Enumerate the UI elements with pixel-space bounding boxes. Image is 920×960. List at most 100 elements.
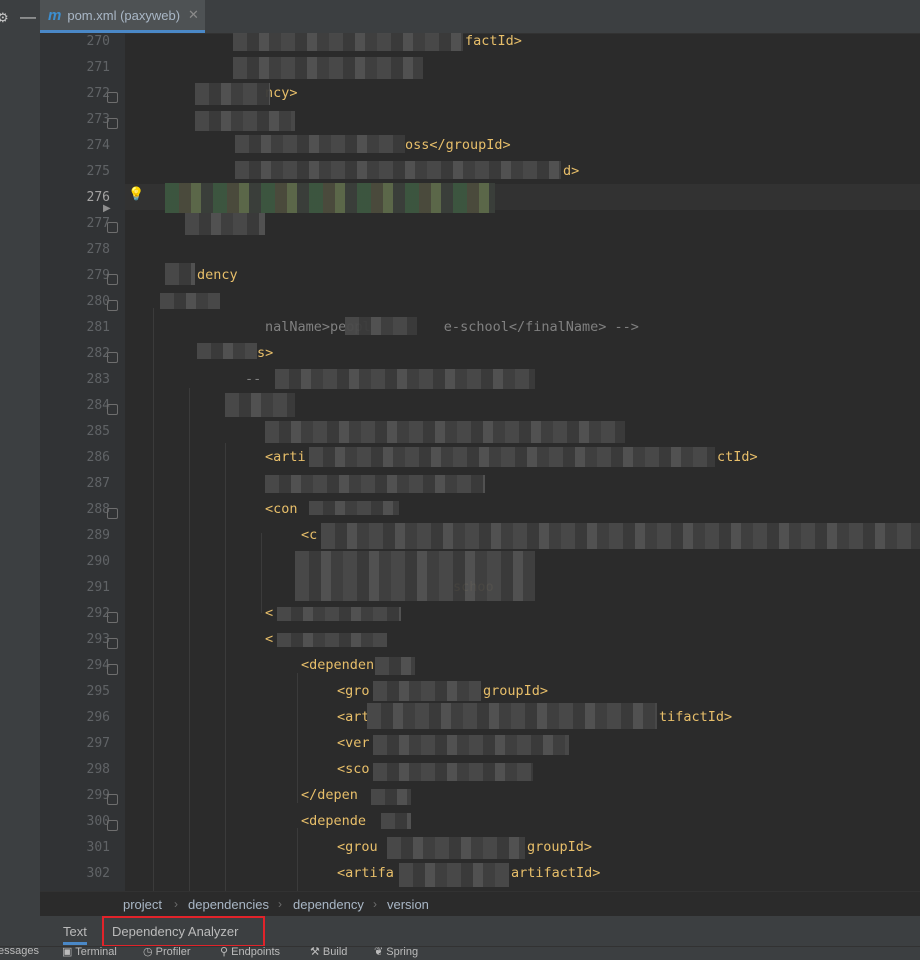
redacted-block	[275, 369, 535, 389]
left-tool-strip: ⚙ —	[0, 0, 41, 959]
run-arrow-icon[interactable]: ▶	[103, 203, 111, 214]
fold-marker-icon[interactable]	[107, 794, 118, 805]
line-gutter: 270 271 272 273 274 275 276 277 278 279 280 281 282 2…	[40, 33, 125, 891]
line-number: 289	[86, 528, 110, 543]
fold-marker-icon[interactable]	[107, 404, 118, 415]
close-icon[interactable]: ✕	[188, 7, 199, 23]
line-number: 279	[86, 268, 110, 283]
spring-label: Spring	[386, 946, 419, 958]
line-number: 293	[86, 632, 110, 647]
redacted-block	[160, 293, 220, 309]
fold-marker-icon[interactable]	[107, 300, 118, 311]
line-number: 282	[86, 346, 110, 361]
profiler-icon: ◷	[143, 946, 156, 958]
line-number: 273	[86, 112, 110, 127]
spring-icon: ❦	[374, 946, 387, 958]
messages-tool-button[interactable]: essages	[0, 947, 39, 957]
fold-marker-icon[interactable]	[107, 508, 118, 519]
redacted-block	[195, 111, 295, 131]
fold-marker-icon[interactable]	[107, 638, 118, 649]
redacted-block	[265, 421, 625, 443]
line-number: 298	[86, 762, 110, 777]
redacted-block	[265, 475, 485, 493]
fold-marker-icon[interactable]	[107, 274, 118, 285]
terminal-icon: ▣	[62, 946, 76, 958]
fold-marker-icon[interactable]	[107, 820, 118, 831]
redacted-block	[233, 57, 423, 79]
redacted-block	[373, 681, 481, 701]
endpoints-icon: ⚲	[220, 946, 232, 958]
code-line-270: factId>	[465, 33, 522, 49]
chevron-right-icon: ›	[174, 897, 178, 911]
redacted-block	[235, 161, 561, 179]
code-line-286-start: <arti	[265, 449, 306, 465]
line-number: 276	[86, 190, 110, 205]
minimize-icon[interactable]: —	[20, 9, 36, 27]
code-line-301-start: <grou	[337, 839, 378, 855]
code-line-283: --	[245, 371, 270, 387]
editor-tab-bar: m pom.xml (paxyweb) ✕	[40, 0, 920, 34]
redacted-block	[197, 343, 257, 359]
breadcrumb-item-dependency[interactable]: dependency	[293, 897, 364, 912]
line-number: 278	[86, 242, 110, 257]
line-number: 286	[86, 450, 110, 465]
fold-marker-icon[interactable]	[107, 352, 118, 363]
redacted-block	[309, 447, 715, 467]
code-line-299: </depen	[301, 787, 358, 803]
endpoints-tool-button[interactable]: ⚲ Endpoints	[220, 946, 280, 958]
redacted-block	[225, 393, 295, 417]
fold-marker-icon[interactable]	[107, 664, 118, 675]
hammer-icon: ⚒	[310, 946, 323, 958]
redacted-block	[371, 789, 411, 805]
code-line-292: <	[265, 605, 274, 621]
gear-icon[interactable]: ⚙	[0, 10, 9, 26]
redacted-block	[309, 501, 399, 515]
tab-text[interactable]: Text	[63, 924, 87, 945]
line-number: 295	[86, 684, 110, 699]
terminal-label: Terminal	[75, 946, 117, 958]
code-editor[interactable]: factId> ncy> oss</groupId> d> dency nalN…	[125, 33, 920, 891]
code-line-279: dency	[197, 267, 238, 283]
redacted-block	[165, 183, 495, 213]
breadcrumb-item-project[interactable]: project	[123, 897, 162, 912]
line-number: 274	[86, 138, 110, 153]
fold-marker-icon[interactable]	[107, 92, 118, 103]
fold-marker-icon[interactable]	[107, 118, 118, 129]
redacted-block	[321, 523, 920, 549]
fold-marker-icon[interactable]	[107, 612, 118, 623]
redacted-block	[381, 813, 411, 829]
code-line-288: <con	[265, 501, 298, 517]
line-number: 270	[86, 34, 110, 49]
breadcrumb: project › dependencies › dependency › ve…	[40, 891, 920, 917]
line-number: 297	[86, 736, 110, 751]
build-tool-button[interactable]: ⚒ Build	[310, 946, 347, 958]
redacted-block	[295, 551, 535, 601]
line-number: 277	[86, 216, 110, 231]
line-number: 292	[86, 606, 110, 621]
code-line-297: <ver	[337, 735, 370, 751]
redacted-block	[165, 263, 195, 285]
tool-window-bar: essages ▣ Terminal ◷ Profiler ⚲ Endpoint…	[0, 946, 920, 960]
line-number: 271	[86, 60, 110, 75]
line-number: 290	[86, 554, 110, 569]
breadcrumb-item-dependencies[interactable]: dependencies	[188, 897, 269, 912]
code-line-274: oss</groupId>	[405, 137, 511, 153]
redacted-block	[195, 83, 270, 105]
code-line-300: <depende	[301, 813, 367, 829]
redacted-block	[373, 735, 569, 755]
terminal-tool-button[interactable]: ▣ Terminal	[62, 946, 117, 958]
redacted-block	[233, 33, 463, 51]
code-line-295-end: groupId>	[483, 683, 549, 699]
line-number: 291	[86, 580, 110, 595]
line-number: 301	[86, 840, 110, 855]
line-number: 285	[86, 424, 110, 439]
line-number: 284	[86, 398, 110, 413]
code-line-286-end: ctId>	[717, 449, 758, 465]
breadcrumb-item-version[interactable]: version	[387, 897, 429, 912]
spring-tool-button[interactable]: ❦ Spring	[374, 946, 419, 958]
profiler-tool-button[interactable]: ◷ Profiler	[143, 946, 191, 958]
code-line-296-start: <art	[337, 709, 370, 725]
tab-pom-xml[interactable]: m pom.xml (paxyweb) ✕	[40, 0, 205, 33]
fold-marker-icon[interactable]	[107, 222, 118, 233]
redacted-block	[373, 763, 533, 781]
